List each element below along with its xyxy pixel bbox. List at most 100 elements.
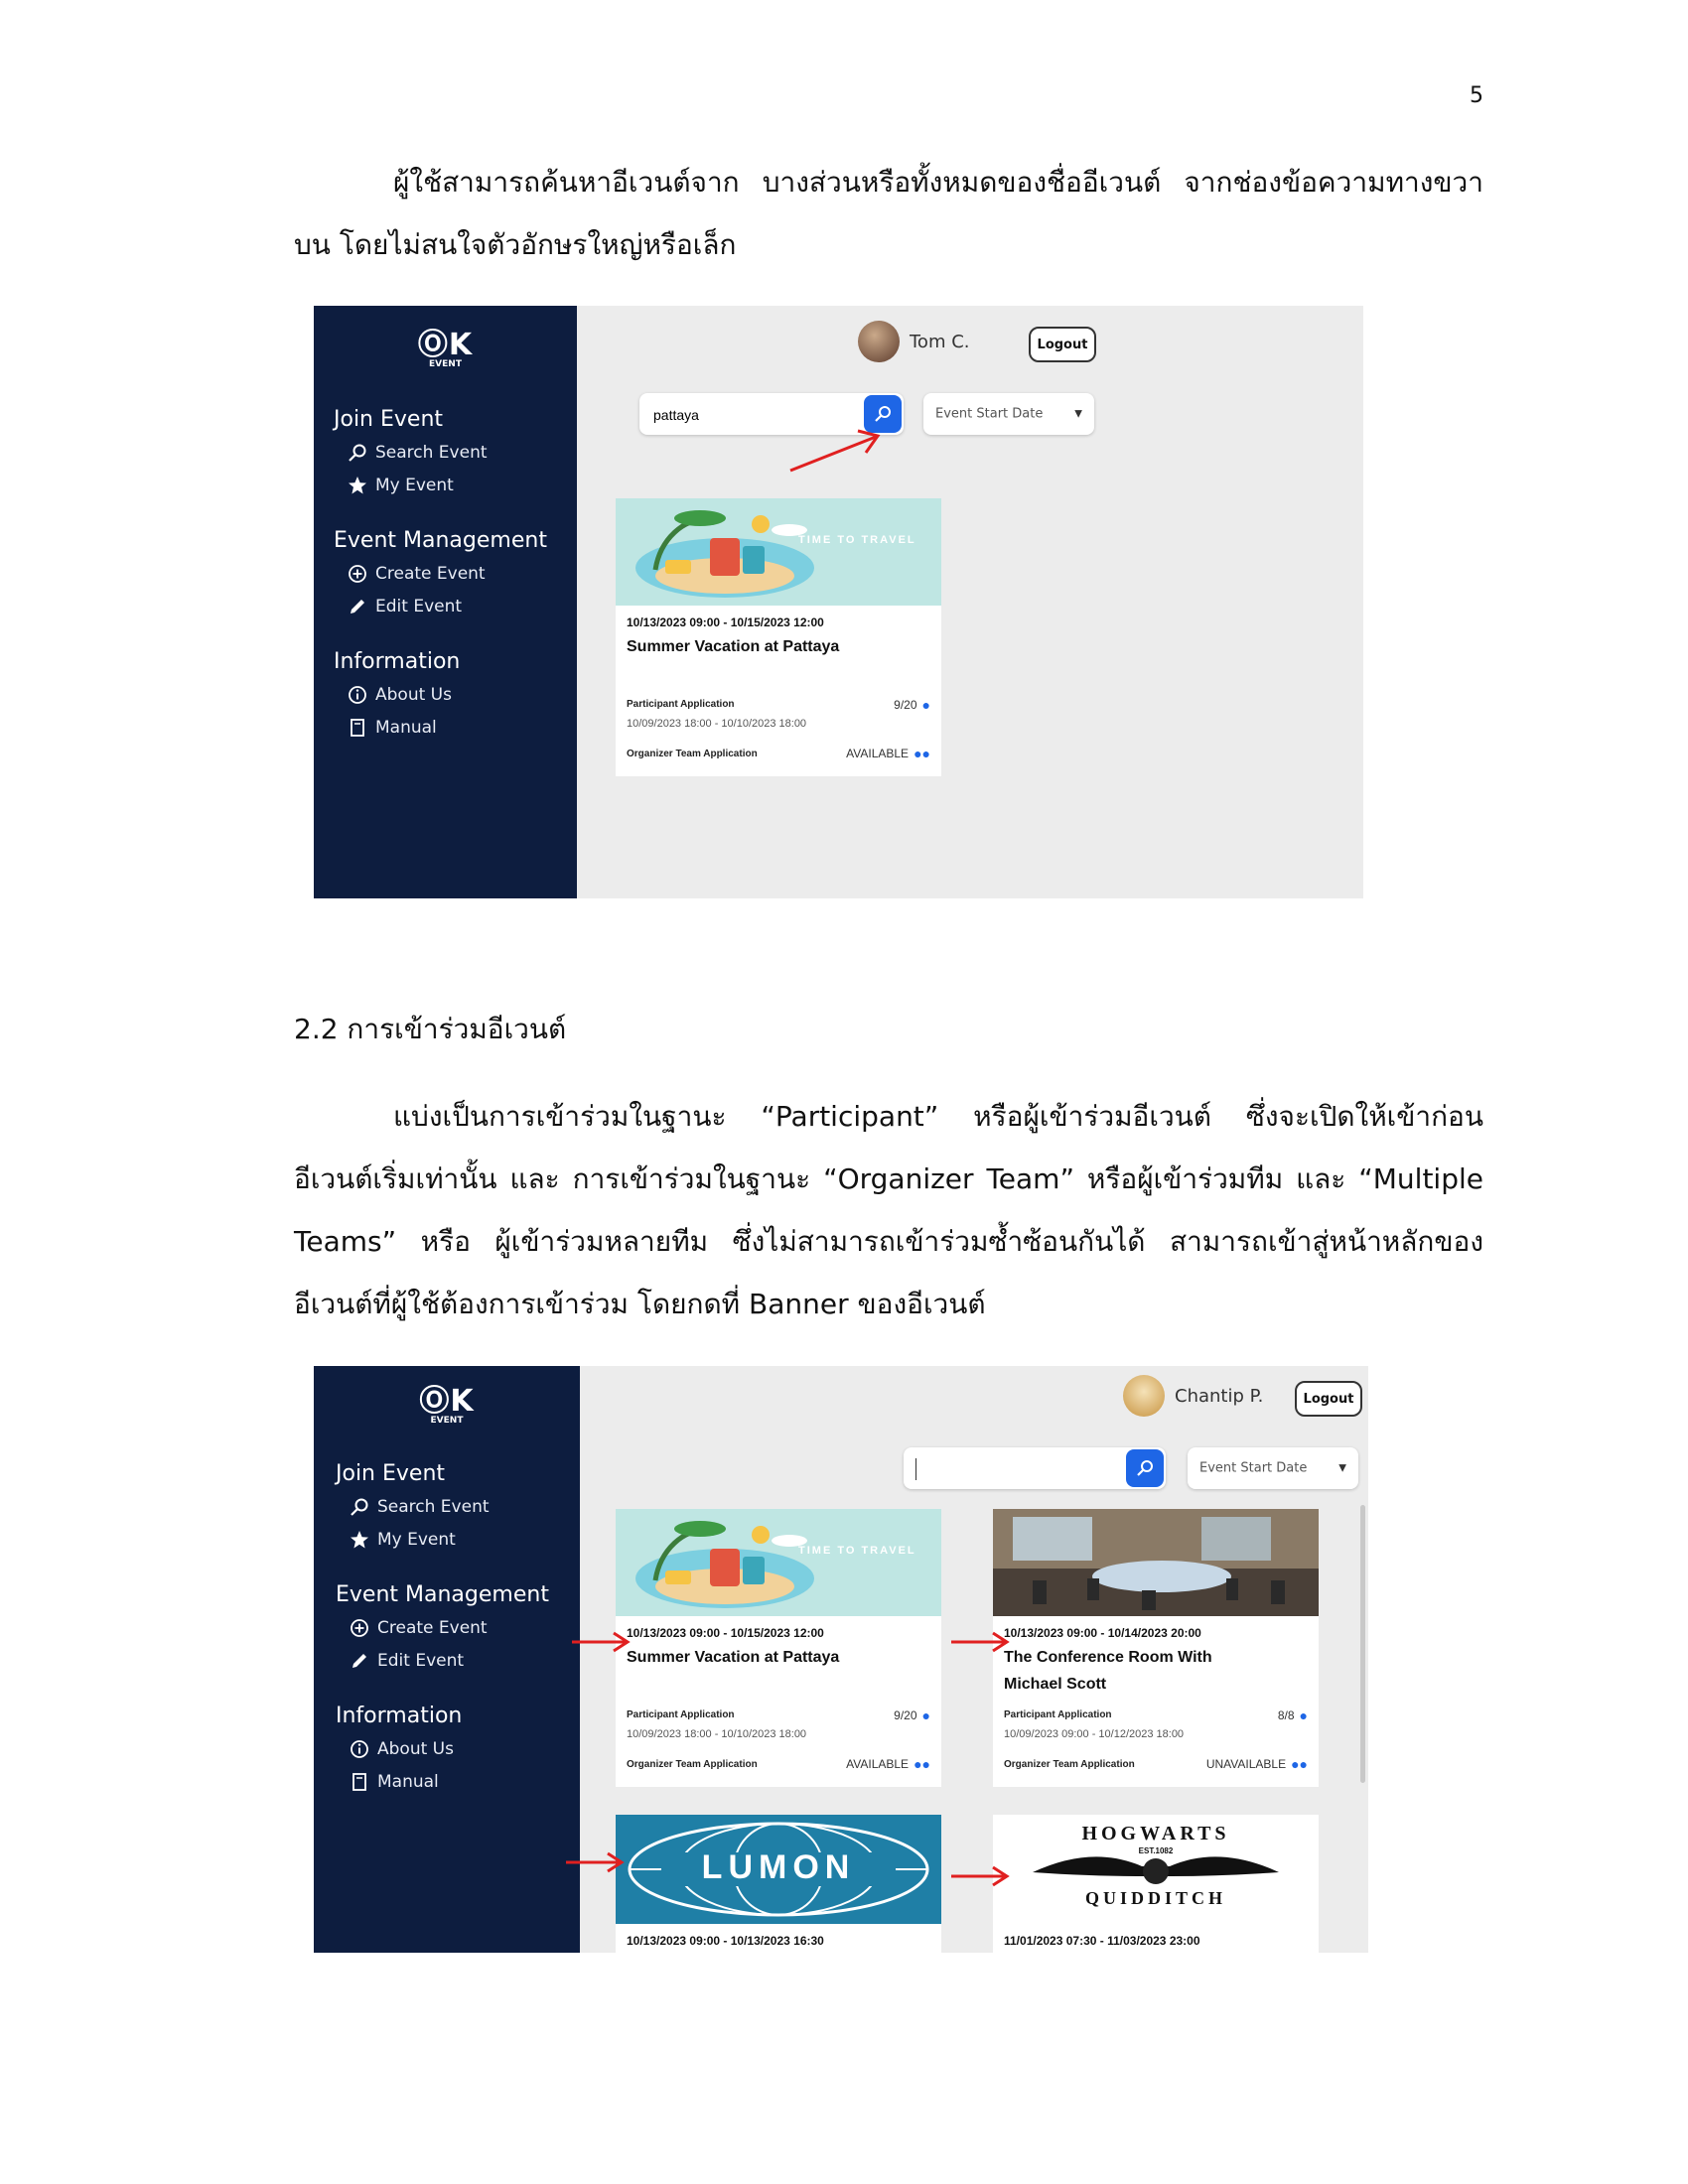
- book-icon: [352, 1773, 366, 1791]
- star-icon: [349, 477, 366, 494]
- group-icon: ●●: [1291, 1756, 1308, 1772]
- sort-select[interactable]: Event Start Date ▼: [923, 393, 1094, 435]
- event-card[interactable]: 10/13/2023 09:00 - 10/14/2023 20:00 The …: [993, 1509, 1319, 1787]
- event-date: 10/13/2023 09:00 - 10/15/2023 12:00: [627, 615, 824, 629]
- person-icon: ●: [921, 697, 930, 713]
- star-icon: [351, 1531, 368, 1549]
- banner-text-mid: EST.1082: [1138, 1846, 1174, 1855]
- sidebar-item-manual[interactable]: Manual: [348, 718, 437, 738]
- team-label: Organizer Team Application: [627, 1759, 758, 1770]
- scrollbar[interactable]: [1360, 1505, 1365, 1783]
- group-information: Information: [336, 1704, 463, 1728]
- avatar: [1123, 1375, 1165, 1417]
- sidebar: ⓄK EVENT Join Event Search Event My Even…: [314, 1366, 580, 1953]
- pencil-icon: [352, 1654, 366, 1668]
- banner-text-top: HOGWARTS: [1081, 1823, 1230, 1844]
- search-icon: [875, 406, 891, 422]
- user-profile[interactable]: Chantip P.: [1123, 1375, 1263, 1417]
- intro-paragraph: ผู้ใช้สามารถค้นหาอีเวนต์จาก บางส่วนหรือท…: [294, 166, 1483, 261]
- caret-down-icon: ▼: [1338, 1462, 1346, 1474]
- travel-illustration: [635, 1521, 814, 1608]
- event-card[interactable]: HOGWARTS EST.1082 QUIDDITCH 11/01/2023 0…: [993, 1815, 1319, 1953]
- event-title: The Conference Room With Michael Scott: [1004, 1649, 1212, 1693]
- section-paragraph: แบ่งเป็นการเข้าร่วมในฐานะ “Participant” …: [294, 1100, 1483, 1320]
- team-label: Organizer Team Application: [627, 749, 758, 759]
- group-join-event: Join Event: [336, 1461, 446, 1486]
- participant-label: Participant Application: [627, 699, 735, 710]
- user-profile[interactable]: Tom C.: [858, 321, 970, 362]
- event-date: 10/13/2023 09:00 - 10/15/2023 12:00: [627, 1626, 824, 1640]
- sidebar-item-edit-event[interactable]: Edit Event: [350, 1651, 464, 1671]
- plus-circle-icon: [349, 565, 366, 583]
- event-banner[interactable]: [993, 1509, 1319, 1616]
- event-banner[interactable]: HOGWARTS EST.1082 QUIDDITCH: [993, 1815, 1319, 1924]
- person-icon: ●: [1299, 1707, 1308, 1723]
- app-logo: ⓄK EVENT: [419, 1384, 475, 1426]
- pencil-icon: [351, 600, 364, 614]
- logout-button[interactable]: Logout: [1295, 1381, 1362, 1417]
- team-label: Organizer Team Application: [1004, 1759, 1135, 1770]
- person-icon: ●: [921, 1707, 930, 1723]
- banner-text: LUMON: [701, 1848, 856, 1886]
- info-icon: [349, 686, 366, 704]
- event-title: Summer Vacation at Pattaya: [627, 638, 840, 655]
- event-title: Summer Vacation at Pattaya: [627, 1649, 840, 1666]
- sidebar-item-about-us[interactable]: About Us: [350, 1739, 454, 1759]
- group-information: Information: [334, 649, 461, 674]
- participant-count: 9/20 ●: [894, 1707, 930, 1723]
- event-date: 10/13/2023 09:00 - 10/14/2023 20:00: [1004, 1626, 1201, 1640]
- search-icon: [349, 444, 366, 462]
- annotation-arrow: [951, 1631, 1010, 1653]
- participant-label: Participant Application: [1004, 1709, 1112, 1720]
- sidebar-item-edit-event[interactable]: Edit Event: [348, 597, 462, 616]
- participant-count: 8/8 ●: [1277, 1707, 1308, 1723]
- book-icon: [351, 719, 364, 737]
- group-icon: ●●: [914, 1756, 930, 1772]
- event-banner[interactable]: TIME TO TRAVEL: [616, 498, 941, 606]
- section-heading: 2.2 การเข้าร่วมอีเวนต์: [294, 1013, 567, 1045]
- avatar: [858, 321, 900, 362]
- participant-count: 9/20 ●: [894, 697, 930, 713]
- sidebar-item-about-us[interactable]: About Us: [348, 685, 452, 705]
- annotation-arrow: [572, 1631, 631, 1653]
- team-status: AVAILABLE ●●: [846, 746, 930, 761]
- event-date: 10/13/2023 09:00 - 10/13/2023 16:30: [627, 1934, 824, 1948]
- group-icon: ●●: [914, 746, 930, 761]
- participant-range: 10/09/2023 18:00 - 10/10/2023 18:00: [627, 718, 807, 730]
- search-input[interactable]: [915, 1458, 1119, 1480]
- search-box: [904, 1447, 1166, 1489]
- logout-button[interactable]: Logout: [1029, 327, 1096, 362]
- sidebar-item-manual[interactable]: Manual: [350, 1772, 439, 1792]
- sidebar-item-search-event[interactable]: Search Event: [350, 1497, 490, 1517]
- search-button[interactable]: [1126, 1449, 1164, 1487]
- plus-circle-icon: [351, 1619, 368, 1637]
- event-card[interactable]: TIME TO TRAVEL 10/13/2023 09:00 - 10/15/…: [616, 498, 941, 776]
- annotation-arrow: [566, 1851, 625, 1873]
- event-banner[interactable]: LUMON: [616, 1815, 941, 1924]
- sidebar-item-my-event[interactable]: My Event: [350, 1530, 456, 1550]
- group-event-management: Event Management: [336, 1582, 549, 1607]
- participant-range: 10/09/2023 09:00 - 10/12/2023 18:00: [1004, 1728, 1185, 1740]
- screenshot-event-list: ⓄK EVENT Join Event Search Event My Even…: [314, 1366, 1368, 1953]
- event-card[interactable]: TIME TO TRAVEL 10/13/2023 09:00 - 10/15/…: [616, 1509, 941, 1787]
- sidebar-item-search-event[interactable]: Search Event: [348, 443, 488, 463]
- event-banner[interactable]: TIME TO TRAVEL: [616, 1509, 941, 1616]
- search-icon: [351, 1498, 368, 1516]
- app-logo: ⓄK EVENT: [417, 328, 474, 369]
- annotation-arrow: [951, 1865, 1010, 1887]
- event-card[interactable]: LUMON 10/13/2023 09:00 - 10/13/2023 16:3…: [616, 1815, 941, 1953]
- team-status: AVAILABLE ●●: [846, 1756, 930, 1772]
- participant-label: Participant Application: [627, 1709, 735, 1720]
- caret-down-icon: ▼: [1074, 408, 1082, 420]
- info-icon: [351, 1740, 368, 1758]
- screenshot-search-result: ⓄK EVENT Join Event Search Event My Even…: [314, 306, 1363, 898]
- group-event-management: Event Management: [334, 528, 547, 553]
- conference-room-photo: [993, 1509, 1319, 1616]
- sidebar-item-create-event[interactable]: Create Event: [348, 564, 486, 584]
- sort-select[interactable]: Event Start Date ▼: [1188, 1447, 1358, 1489]
- search-icon: [1137, 1460, 1153, 1476]
- sidebar-item-my-event[interactable]: My Event: [348, 476, 454, 495]
- sidebar-item-create-event[interactable]: Create Event: [350, 1618, 488, 1638]
- page-number: 5: [1470, 83, 1483, 108]
- banner-text: TIME TO TRAVEL: [798, 1545, 916, 1557]
